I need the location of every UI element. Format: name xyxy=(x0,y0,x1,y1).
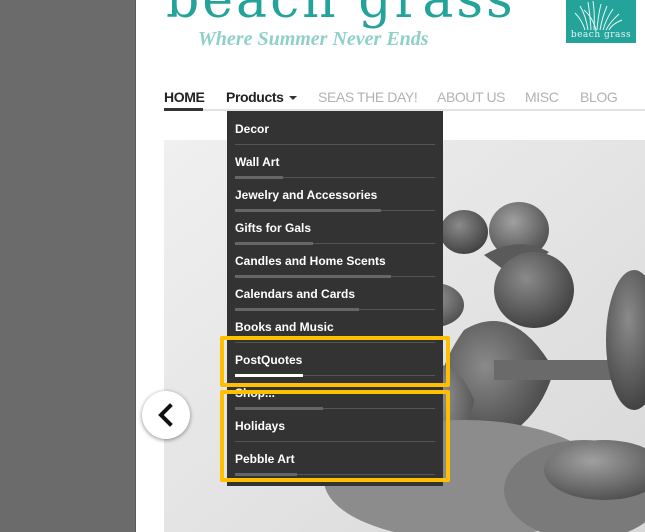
left-gutter xyxy=(0,0,135,532)
dropdown-item-decor[interactable]: Decor xyxy=(235,112,435,145)
nav-active-underline xyxy=(164,108,203,111)
nav-home[interactable]: HOME xyxy=(164,89,205,105)
dropdown-item-label: Gifts for Gals xyxy=(235,221,312,235)
dropdown-item-label: Jewelry and Accessories xyxy=(235,188,378,202)
nav-misc[interactable]: MISC xyxy=(525,89,559,105)
dropdown-item-label: Calendars and Cards xyxy=(235,287,356,301)
nav-blog[interactable]: BLOG xyxy=(580,89,618,105)
nav-about-us[interactable]: ABOUT US xyxy=(437,89,506,105)
brand-title: beach grass xyxy=(166,0,516,30)
dropdown-item-label: Wall Art xyxy=(235,155,280,169)
brand-tagline: Where Summer Never Ends xyxy=(198,28,429,50)
dropdown-item-label: Candles and Home Scents xyxy=(235,254,386,268)
prev-slide-button[interactable] xyxy=(142,391,190,439)
dropdown-item-calendars-and-cards[interactable]: Calendars and Cards xyxy=(235,277,435,311)
nav-seas-the-day[interactable]: SEAS THE DAY! xyxy=(318,89,418,105)
caret-down-icon xyxy=(289,96,298,101)
brand-logo-text: beach grass xyxy=(570,30,632,40)
nav-products[interactable]: Products xyxy=(226,89,298,105)
left-gutter-edge xyxy=(135,0,136,532)
nav-products-label: Products xyxy=(226,89,284,105)
highlight-box-postquotes xyxy=(220,336,450,387)
highlight-box-holidays-pebble-art xyxy=(220,390,450,482)
dropdown-item-jewelry-and-accessories[interactable]: Jewelry and Accessories xyxy=(235,178,435,212)
dropdown-item-candles-and-home-scents[interactable]: Candles and Home Scents xyxy=(235,244,435,278)
dropdown-item-label: Decor xyxy=(235,122,270,136)
dropdown-item-wall-art[interactable]: Wall Art xyxy=(235,145,435,179)
chevron-left-icon xyxy=(158,403,173,427)
dropdown-item-gifts-for-gals[interactable]: Gifts for Gals xyxy=(235,211,435,245)
brand-logo[interactable]: beach grass xyxy=(566,0,636,43)
dropdown-item-label: Books and Music xyxy=(235,320,334,334)
